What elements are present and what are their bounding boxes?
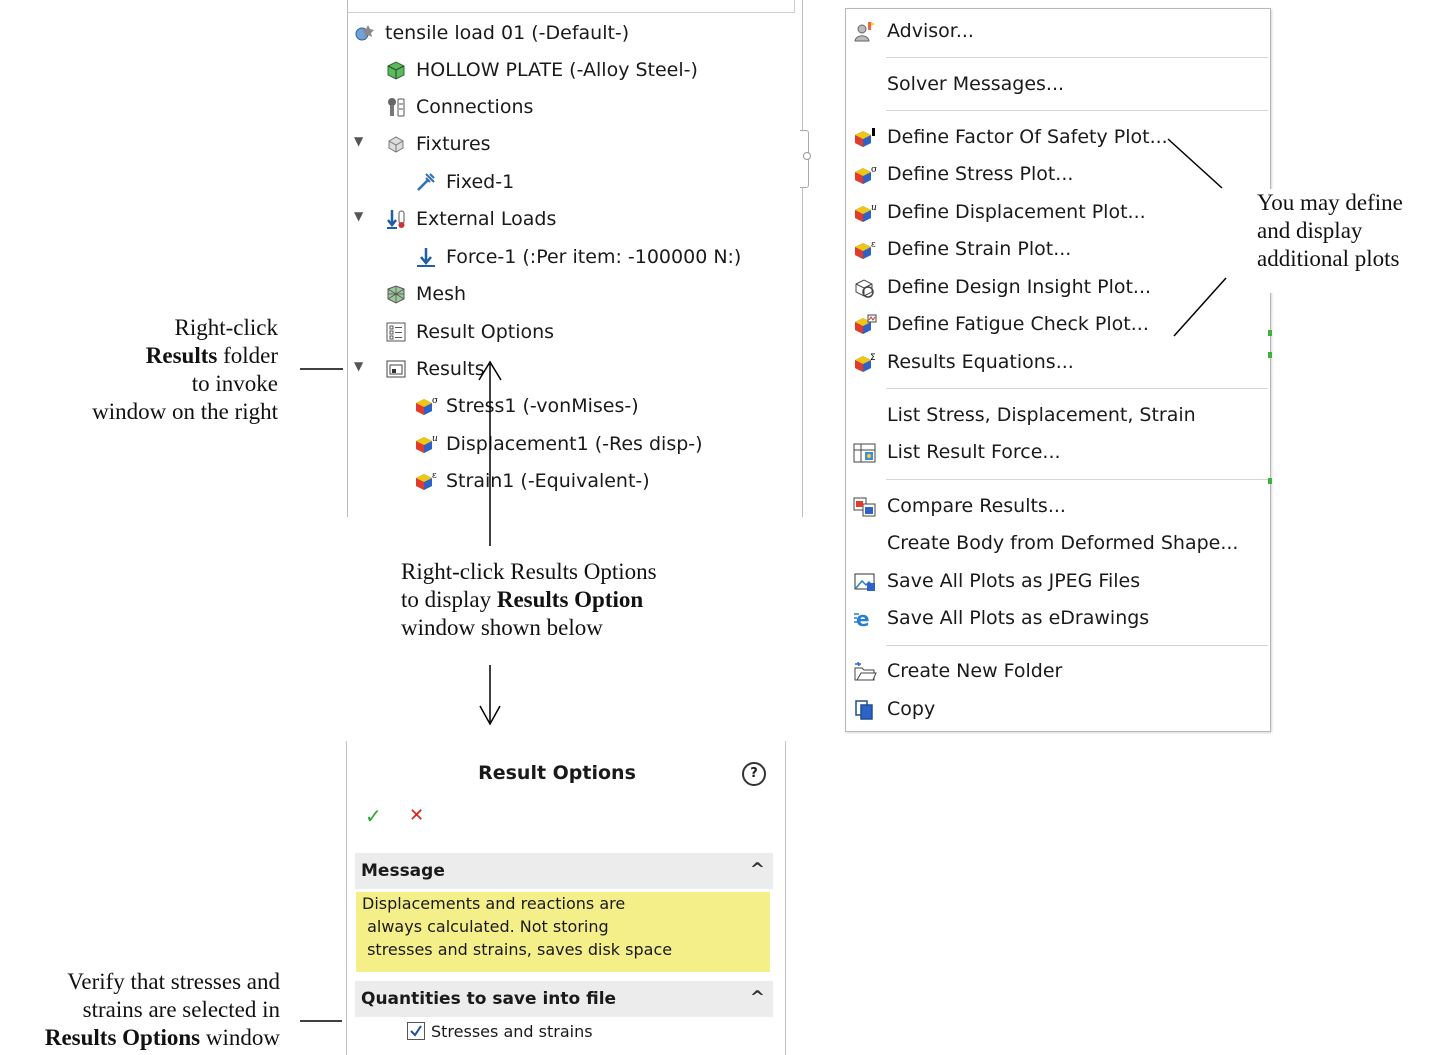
- leader-line-plots-bottom: [1173, 277, 1227, 337]
- leader-line-plots-top: [1167, 138, 1223, 189]
- leader-lines: [300, 138, 1227, 1022]
